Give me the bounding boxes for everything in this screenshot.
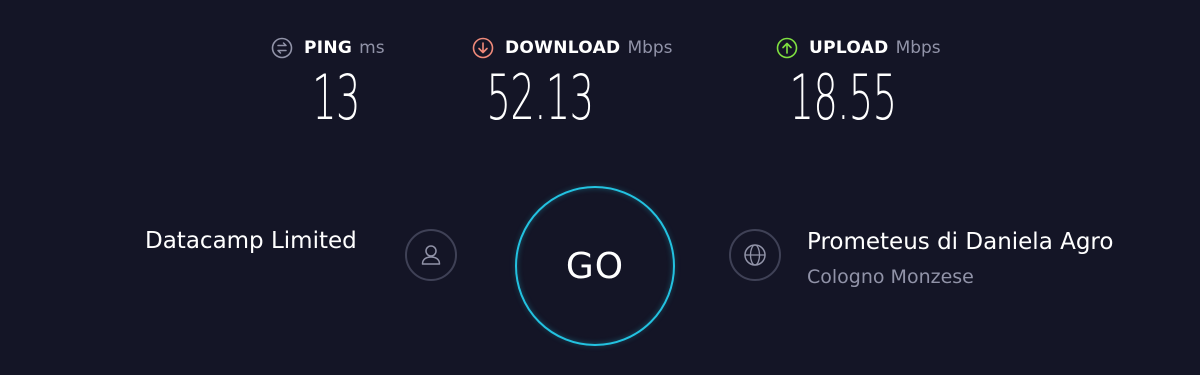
download-value: 52.13 bbox=[486, 61, 595, 134]
upload-arrow-icon bbox=[776, 37, 798, 59]
globe-icon[interactable] bbox=[729, 229, 781, 281]
server-name: Prometeus di Daniela Agro bbox=[807, 229, 1114, 255]
upload-label: UPLOAD bbox=[809, 38, 889, 58]
download-metric: DOWNLOAD Mbps 52.13 bbox=[472, 36, 673, 131]
download-label: DOWNLOAD bbox=[505, 38, 621, 58]
go-button[interactable]: GO bbox=[515, 186, 675, 346]
go-button-label: GO bbox=[565, 245, 625, 287]
ping-label: PING bbox=[304, 38, 353, 58]
upload-unit: Mbps bbox=[895, 38, 941, 58]
download-header: DOWNLOAD Mbps bbox=[472, 36, 673, 60]
ping-metric: PING ms 13 bbox=[271, 36, 385, 131]
download-unit: Mbps bbox=[627, 38, 673, 58]
ping-icon bbox=[271, 37, 293, 59]
ping-unit: ms bbox=[359, 38, 385, 58]
download-arrow-icon bbox=[472, 37, 494, 59]
server-info[interactable]: Prometeus di Daniela Agro Cologno Monzes… bbox=[807, 228, 1137, 288]
upload-header: UPLOAD Mbps bbox=[776, 36, 941, 60]
server-location: Cologno Monzese bbox=[807, 266, 974, 288]
user-icon[interactable] bbox=[405, 229, 457, 281]
upload-value: 18.55 bbox=[789, 61, 898, 134]
upload-metric: UPLOAD Mbps 18.55 bbox=[776, 36, 941, 131]
provider-name[interactable]: Datacamp Limited bbox=[145, 228, 357, 254]
ping-header: PING ms bbox=[271, 36, 385, 60]
ping-value: 13 bbox=[312, 61, 360, 134]
